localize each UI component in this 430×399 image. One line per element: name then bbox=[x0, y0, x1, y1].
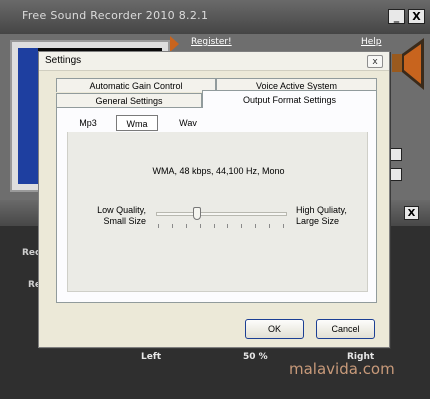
tab-output-format-settings[interactable]: Output Format Settings bbox=[202, 90, 377, 108]
display-level-bar bbox=[18, 48, 38, 184]
slider-track bbox=[156, 212, 287, 216]
tab-automatic-gain-control[interactable]: Automatic Gain Control bbox=[56, 78, 216, 92]
register-link[interactable]: Register! bbox=[191, 37, 232, 47]
wma-settings-panel: WMA, 48 kbps, 44,100 Hz, Mono Low Qualit… bbox=[67, 132, 368, 292]
format-description: WMA, 48 kbps, 44,100 Hz, Mono bbox=[152, 166, 285, 176]
quality-slider[interactable] bbox=[154, 206, 289, 230]
slider-tick bbox=[241, 224, 243, 228]
subtab-wma[interactable]: Wma bbox=[116, 115, 158, 131]
cancel-button[interactable]: Cancel bbox=[316, 319, 375, 339]
app-titlebar: Free Sound Recorder 2010 8.2.1 _ X bbox=[0, 0, 430, 34]
slider-tick bbox=[199, 224, 201, 228]
app-title: Free Sound Recorder 2010 8.2.1 bbox=[22, 9, 209, 22]
high-quality-label: High Quliaty, Large Size bbox=[296, 205, 371, 227]
slider-tick bbox=[213, 224, 215, 228]
ok-button[interactable]: OK bbox=[245, 319, 304, 339]
speaker-icon bbox=[392, 38, 424, 90]
slider-thumb[interactable] bbox=[193, 207, 202, 220]
subtab-wav[interactable]: Wav bbox=[167, 115, 209, 131]
high-quality-line1: High Quliaty, bbox=[296, 205, 347, 215]
slider-tick bbox=[255, 224, 257, 228]
output-format-panel: Mp3 Wma Wav WMA, 48 kbps, 44,100 Hz, Mon… bbox=[56, 107, 377, 303]
tab-general-settings[interactable]: General Settings bbox=[56, 93, 202, 107]
close-button[interactable]: X bbox=[408, 9, 425, 24]
balance-percent-label: 50 % bbox=[243, 352, 268, 362]
settings-dialog: Settings x Automatic Gain Control Voice … bbox=[38, 51, 390, 348]
dialog-close-button[interactable]: x bbox=[367, 55, 383, 68]
slider-tick bbox=[269, 224, 271, 228]
help-link[interactable]: Help bbox=[361, 37, 382, 47]
high-quality-line2: Large Size bbox=[296, 216, 340, 226]
slider-tick bbox=[283, 224, 284, 228]
minimize-button[interactable]: _ bbox=[388, 9, 405, 24]
low-quality-line2: Small Size bbox=[103, 216, 146, 226]
low-quality-label: Low Quality, Small Size bbox=[76, 205, 146, 227]
slider-tick bbox=[171, 224, 173, 228]
slider-tick bbox=[158, 224, 159, 228]
side-button-top[interactable] bbox=[389, 148, 402, 161]
watermark: malavida.com bbox=[289, 360, 395, 378]
dialog-titlebar: Settings x bbox=[39, 52, 389, 71]
slider-tick bbox=[227, 224, 229, 228]
microphone-icon bbox=[170, 36, 179, 52]
low-quality-line1: Low Quality, bbox=[97, 205, 146, 215]
side-button-bottom[interactable] bbox=[389, 168, 402, 181]
lower-panel-close-button[interactable]: X bbox=[404, 206, 419, 220]
dialog-title: Settings bbox=[45, 55, 82, 66]
slider-tick bbox=[185, 224, 187, 228]
subtab-mp3[interactable]: Mp3 bbox=[67, 115, 109, 131]
balance-left-label: Left bbox=[141, 352, 162, 362]
